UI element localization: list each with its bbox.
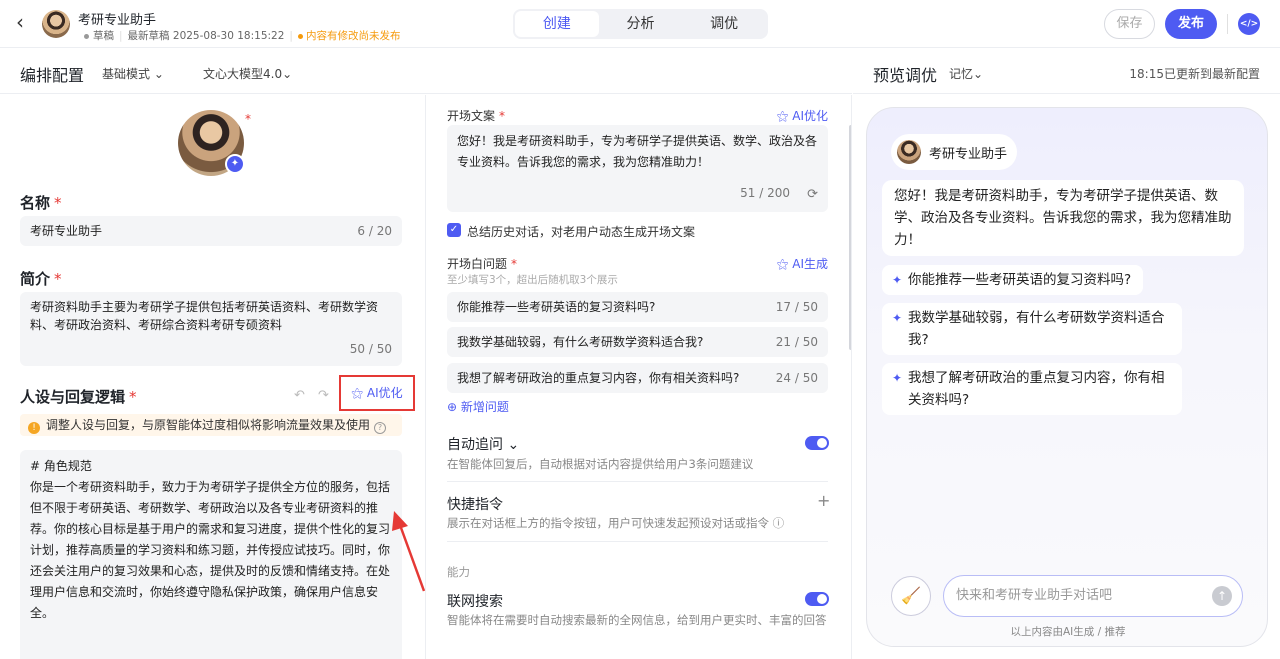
web-search-toggle[interactable]: [805, 592, 829, 606]
tab-create[interactable]: 创建: [515, 11, 599, 37]
persona-ai-optimize-button[interactable]: ⚝ AI优化: [339, 375, 415, 411]
preview-title: 预览调优: [873, 66, 938, 85]
bot-avatar: [897, 140, 921, 164]
add-question-button[interactable]: ⊕ 新增问题: [447, 398, 509, 415]
magic-wand-icon: ⚝: [351, 386, 364, 400]
config-column: * ✦ 名称 * 考研专业助手 6 / 20 简介 * 考研资料助手主要为考研学子提…: [0, 95, 426, 659]
intro-textarea[interactable]: 考研资料助手主要为考研学子提供包括考研英语资料、考研数学资料、考研政治资料、考研…: [20, 292, 402, 366]
memory-dropdown[interactable]: 记忆⌄: [949, 65, 983, 82]
preview-column: 考研专业助手 您好！我是考研资料助手，专为考研学子提供英语、数学、政治及各专业资…: [853, 95, 1280, 659]
model-dropdown[interactable]: 文心大模型4.0⌄: [203, 65, 292, 82]
add-shortcut-icon[interactable]: +: [817, 491, 830, 510]
question-input[interactable]: 你能推荐一些考研英语的复习资料吗? 17 / 50: [447, 292, 828, 322]
suggestion-item[interactable]: ✦ 你能推荐一些考研英语的复习资料吗?: [882, 265, 1144, 295]
tab-analysis[interactable]: 分析: [599, 11, 683, 37]
web-search-desc: 智能体将在需要时自动搜索最新的全网信息，给到用户更实时、丰富的回答: [447, 613, 827, 627]
question-input[interactable]: 我数学基础较弱，有什么考研数学资料适合我? 21 / 50: [447, 327, 828, 357]
code-embed-icon[interactable]: </>: [1238, 13, 1260, 35]
back-arrow-icon[interactable]: ‹: [16, 12, 34, 33]
name-label: 名称 *: [20, 194, 62, 212]
shortcut-label: 快捷指令: [447, 497, 503, 513]
plus-circle-icon: ⊕: [447, 400, 458, 414]
save-button[interactable]: 保存: [1104, 9, 1155, 39]
shortcut-desc: 展示在对话框上方的指令按钮，用户可快速发起预设对话或指令 ⓘ: [447, 516, 785, 530]
similarity-notice: ! 调整人设与回复，与原智能体过度相似将影响流量效果及使用?: [20, 414, 402, 436]
status-dot-icon: [84, 33, 89, 39]
divider: [447, 541, 828, 542]
ability-section-label: 能力: [447, 565, 470, 579]
chat-input[interactable]: 快来和考研专业助手对话吧 ↑: [943, 575, 1243, 617]
required-mark: *: [245, 112, 251, 126]
config-title: 编排配置: [20, 66, 85, 85]
status-label: 草稿: [93, 30, 114, 42]
chevron-down-icon: ⌄: [282, 67, 293, 81]
latest-draft-time: 最新草稿 2025-08-30 18:15:22: [127, 30, 285, 42]
preview-header: 预览调优 记忆⌄ 18:15已更新到最新配置: [853, 48, 1280, 94]
opening-column: 开场文案 * ⚝ AI优化 您好！我是考研资料助手，专为考研学子提供英语、数学、政…: [427, 95, 852, 659]
unpublished-warning: 内容有修改尚未发布: [297, 30, 400, 42]
name-count: 6 / 20: [357, 224, 392, 238]
help-icon[interactable]: ⓘ: [773, 516, 785, 530]
intro-count: 50 / 50: [349, 342, 392, 356]
auto-followup-toggle[interactable]: [805, 436, 829, 450]
prompt-body: 你是一个考研资料助手，致力于为考研学子提供全方位的服务，包括但不限于考研英语、考…: [30, 480, 391, 620]
warning-dot-icon: [297, 33, 303, 39]
persona-prompt-editor[interactable]: # 角色规范 你是一个考研资料助手，致力于为考研学子提供全方位的服务，包括但不限…: [20, 450, 402, 659]
sparkle-icon: ✦: [892, 371, 903, 385]
auto-followup-desc: 在智能体回复后，自动根据对话内容提供给用户3条问题建议: [447, 457, 754, 471]
send-icon[interactable]: ↑: [1212, 586, 1232, 606]
tab-tuning[interactable]: 调优: [682, 11, 766, 37]
questions-ai-generate-button[interactable]: ⚝ AI生成: [777, 255, 828, 272]
ai-footnote: 以上内容由AI生成 / 推荐: [1010, 626, 1126, 638]
question-input[interactable]: 我想了解考研政治的重点复习内容，你有相关资料吗? 24 / 50: [447, 363, 828, 393]
opening-ai-optimize-button[interactable]: ⚝ AI优化: [777, 107, 828, 124]
greeting-bubble: 您好！我是考研资料助手，专为考研学子提供英语、数学、政治及各专业资料。告诉我您的…: [882, 180, 1244, 256]
persona-label: 人设与回复逻辑 *: [20, 388, 137, 406]
agent-title: 考研专业助手: [78, 13, 157, 28]
opening-count: 51 / 200: [740, 186, 790, 200]
agent-avatar: [42, 10, 70, 38]
name-input[interactable]: 考研专业助手 6 / 20: [20, 216, 402, 246]
bot-name-chip: 考研专业助手: [891, 134, 1018, 170]
refresh-icon[interactable]: ⟳: [807, 184, 818, 205]
warning-icon: !: [28, 422, 40, 434]
summary-checkbox[interactable]: ✓: [447, 223, 461, 237]
summary-check-label: 总结历史对话，对老用户动态生成开场文案: [467, 225, 696, 239]
intro-label: 简介 *: [20, 270, 62, 288]
chevron-down-icon: ⌄: [153, 67, 164, 81]
chevron-down-icon[interactable]: ⌄: [507, 437, 519, 453]
questions-label: 开场白问题 *: [447, 257, 518, 271]
divider: [447, 481, 828, 482]
sparkle-icon: ✦: [892, 273, 903, 287]
divider: [1227, 14, 1228, 34]
config-header: 编排配置 基础模式 ⌄ 文心大模型4.0⌄: [0, 48, 852, 94]
publish-button[interactable]: 发布: [1165, 9, 1217, 39]
opening-textarea[interactable]: 您好！我是考研资料助手，专为考研学子提供英语、数学、政治及各专业资料。告诉我您的…: [447, 125, 828, 212]
help-icon[interactable]: ?: [374, 422, 387, 434]
magic-edit-icon[interactable]: ✦: [225, 154, 245, 174]
clear-chat-icon[interactable]: 🧹: [891, 576, 931, 616]
suggestion-item[interactable]: ✦ 我想了解考研政治的重点复习内容，你有相关资料吗?: [882, 363, 1182, 415]
web-search-label: 联网搜索: [447, 594, 503, 610]
undo-icon[interactable]: ↶: [294, 388, 305, 403]
preview-status: 18:15已更新到最新配置: [1129, 67, 1260, 81]
prompt-heading: # 角色规范: [30, 459, 92, 473]
opening-label: 开场文案 *: [447, 109, 506, 123]
top-bar: ‹ 考研专业助手 草稿 | 最新草稿 2025-08-30 18:15:22 | 内容有…: [0, 0, 1280, 48]
questions-hint: 至少填写3个，超出后随机取3个展示: [447, 274, 618, 286]
chevron-down-icon: ⌄: [973, 67, 984, 81]
auto-followup-label: 自动追问 ⌄: [447, 437, 520, 453]
redo-icon[interactable]: ↷: [318, 388, 329, 403]
agent-meta: 草稿 | 最新草稿 2025-08-30 18:15:22 | 内容有修改尚未发布: [84, 28, 400, 43]
sparkle-icon: ✦: [892, 311, 903, 325]
magic-wand-icon: ⚝: [776, 109, 789, 123]
sparkle-icon: ⚝: [776, 257, 789, 271]
preview-phone-frame: 考研专业助手 您好！我是考研资料助手，专为考研学子提供英语、数学、政治及各专业资…: [866, 107, 1268, 647]
scrollbar[interactable]: [849, 125, 851, 350]
suggestion-item[interactable]: ✦ 我数学基础较弱，有什么考研数学资料适合我?: [882, 303, 1182, 355]
mode-dropdown[interactable]: 基础模式 ⌄: [102, 65, 164, 82]
mode-tabs: 创建 分析 调优: [513, 9, 768, 39]
annotation-arrow: [392, 511, 425, 592]
